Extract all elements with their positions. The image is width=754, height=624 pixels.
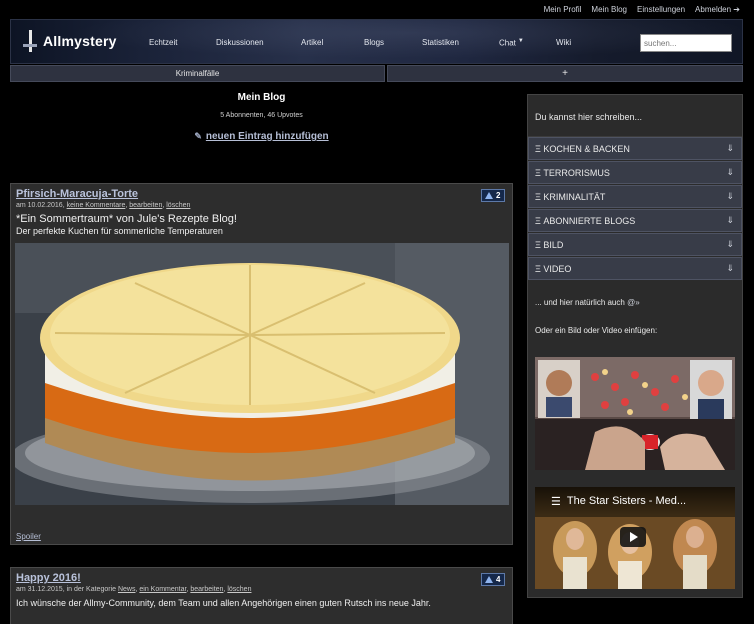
logout-link[interactable]: Abmelden ➔ bbox=[695, 5, 740, 14]
blog-header: Mein Blog 5 Abonnenten, 46 Upvotes ✎ neue… bbox=[10, 92, 513, 142]
nav-blogs[interactable]: Blogs bbox=[364, 38, 384, 47]
cake-illustration bbox=[15, 243, 509, 505]
nav-wiki[interactable]: Wiki bbox=[556, 38, 571, 47]
category-label: Video bbox=[543, 263, 572, 274]
settings-link[interactable]: Einstellungen bbox=[637, 5, 685, 14]
upvote-arrow-icon bbox=[485, 192, 493, 199]
blog-post: Happy 2016! 4 am 31.12.2015, in der Kate… bbox=[10, 567, 513, 624]
site-header: Allmystery Echtzeit Diskussionen Artikel… bbox=[10, 19, 743, 64]
featured-video[interactable]: ☰ The Star Sisters - Med... bbox=[535, 487, 735, 589]
my-profile-link[interactable]: Mein Profil bbox=[544, 5, 582, 14]
arrow-down-icon: ⇓ bbox=[726, 215, 734, 225]
arrow-down-icon: ⇓ bbox=[726, 143, 734, 153]
cake-photo bbox=[15, 243, 509, 505]
user-links: Mein Profil Mein Blog Einstellungen Abme… bbox=[0, 0, 754, 19]
subnav-kriminalfaelle[interactable]: Kriminalfälle bbox=[10, 65, 385, 82]
at-icon: @» bbox=[627, 298, 640, 307]
sidebar-text: Oder ein Bild oder Video einfügen: bbox=[535, 326, 658, 335]
page-title: Mein Blog bbox=[237, 92, 286, 103]
delete-link[interactable]: löschen bbox=[227, 586, 251, 593]
category-label: Bild bbox=[543, 239, 564, 250]
playlist-icon: ☰ bbox=[551, 495, 561, 508]
post-body: *Ein Sommertraum* von Jule's Rezepte Blo… bbox=[16, 213, 508, 237]
arrow-down-icon: ⇓ bbox=[726, 167, 734, 177]
play-button[interactable] bbox=[620, 527, 646, 547]
delete-link[interactable]: löschen bbox=[166, 202, 190, 209]
new-entry: ✎ neuen Eintrag hinzufügen bbox=[10, 131, 513, 142]
category-label: Abonnierte Blogs bbox=[543, 215, 636, 226]
category-label: Kochen & Backen bbox=[543, 143, 630, 154]
category-link[interactable]: News bbox=[118, 586, 136, 593]
nav-diskussionen[interactable]: Diskussionen bbox=[216, 38, 264, 47]
category-label: Terrorismus bbox=[543, 167, 610, 178]
sidebar: Du kannst hier schreiben... Ξ Kochen & B… bbox=[527, 94, 743, 598]
post-date: am 31.12.2015, in der Kategorie bbox=[16, 586, 117, 593]
post-text-line: Der perfekte Kuchen für sommerliche Temp… bbox=[16, 226, 223, 236]
upvote-button[interactable]: 4 bbox=[481, 573, 505, 586]
candles-photo-illustration bbox=[535, 357, 735, 470]
blog-stats: 5 Abonnenten, 46 Upvotes bbox=[220, 112, 303, 119]
featured-image[interactable] bbox=[535, 357, 735, 470]
upvote-button[interactable]: 2 bbox=[481, 189, 505, 202]
upvote-arrow-icon bbox=[485, 576, 493, 583]
sidebar-text-label: ... und hier natürlich auch bbox=[535, 298, 625, 307]
category-video[interactable]: Ξ Video ⇓ bbox=[528, 257, 742, 280]
sub-nav-bar: Kriminalfälle + bbox=[10, 65, 743, 82]
upvote-count: 2 bbox=[496, 191, 501, 200]
post-meta: am 10.02.2016, keine Kommentare, bearbei… bbox=[16, 202, 191, 209]
post-title[interactable]: Happy 2016! bbox=[16, 572, 81, 584]
blog-post: Pfirsich-Maracuja-Torte 2 am 10.02.2016,… bbox=[10, 183, 513, 545]
nav-artikel[interactable]: Artikel bbox=[301, 38, 323, 47]
category-abonnierte-blogs[interactable]: Ξ Abonnierte Blogs ⇓ bbox=[528, 209, 742, 232]
category-label: Kriminalität bbox=[543, 191, 606, 202]
video-title-text: The Star Sisters - Med... bbox=[566, 495, 687, 507]
my-blog-link[interactable]: Mein Blog bbox=[591, 5, 627, 14]
search-input[interactable] bbox=[640, 34, 732, 52]
category-kochen-backen[interactable]: Ξ Kochen & Backen ⇓ bbox=[528, 137, 742, 160]
post-text-line: *Ein Sommertraum* von Jule's Rezepte Blo… bbox=[16, 213, 237, 225]
site-logo[interactable]: Allmystery bbox=[23, 30, 117, 52]
logo-icon bbox=[23, 30, 37, 52]
post-body: Ich wünsche der Allmy-Community, dem Tea… bbox=[16, 597, 508, 609]
arrow-down-icon: ⇓ bbox=[726, 239, 734, 249]
subnav-add-button[interactable]: + bbox=[387, 65, 743, 82]
logo-text: Allmystery bbox=[43, 33, 117, 49]
post-title[interactable]: Pfirsich-Maracuja-Torte bbox=[16, 188, 138, 200]
comments-link[interactable]: ein Kommentar bbox=[139, 586, 186, 593]
sidebar-text: ... und hier natürlich auch @» bbox=[528, 281, 742, 307]
sidebar-intro: Du kannst hier schreiben... bbox=[528, 95, 742, 137]
nav-chat[interactable]: Chat ▼ bbox=[499, 38, 524, 48]
post-date: am 10.02.2016, bbox=[16, 202, 65, 209]
chat-dropdown-icon: ▼ bbox=[517, 37, 524, 44]
post-text-line: Ich wünsche der Allmy-Community, dem Tea… bbox=[16, 598, 431, 608]
arrow-down-icon: ⇓ bbox=[726, 263, 734, 273]
arrow-down-icon: ⇓ bbox=[726, 191, 734, 201]
edit-link[interactable]: bearbeiten bbox=[129, 202, 162, 209]
edit-link[interactable]: bearbeiten bbox=[190, 586, 223, 593]
nav-echtzeit[interactable]: Echtzeit bbox=[149, 38, 177, 47]
post-meta: am 31.12.2015, in der Kategorie News, ei… bbox=[16, 586, 252, 593]
new-entry-link[interactable]: neuen Eintrag hinzufügen bbox=[206, 131, 329, 142]
spoiler-link[interactable]: Spoiler bbox=[16, 532, 41, 541]
nav-chat-label: Chat bbox=[499, 38, 516, 48]
category-kriminalitaet[interactable]: Ξ Kriminalität ⇓ bbox=[528, 185, 742, 208]
nav-statistiken[interactable]: Statistiken bbox=[422, 38, 459, 47]
video-title[interactable]: ☰ The Star Sisters - Med... bbox=[535, 487, 735, 515]
pencil-icon: ✎ bbox=[194, 131, 202, 141]
category-terrorismus[interactable]: Ξ Terrorismus ⇓ bbox=[528, 161, 742, 184]
comments-link[interactable]: keine Kommentare bbox=[67, 202, 126, 209]
upvote-count: 4 bbox=[496, 575, 501, 584]
category-bild[interactable]: Ξ Bild ⇓ bbox=[528, 233, 742, 256]
